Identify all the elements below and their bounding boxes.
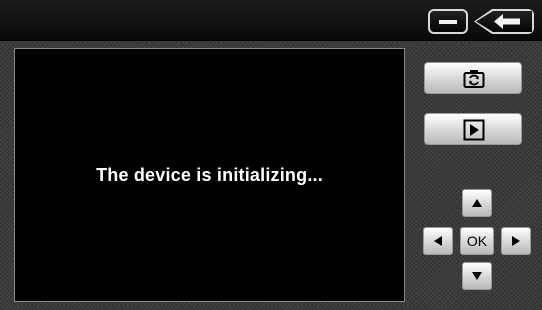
minimize-icon [439, 20, 457, 24]
app-window: The device is initializing... OK [0, 0, 542, 310]
arrow-left-icon [434, 236, 442, 246]
dpad-down-button[interactable] [462, 262, 492, 290]
dpad-up-button[interactable] [462, 189, 492, 217]
dpad-left-button[interactable] [423, 227, 453, 255]
ok-label: OK [466, 233, 488, 249]
dpad-right-button[interactable] [501, 227, 531, 255]
dpad-ok-button[interactable]: OK [460, 227, 494, 255]
back-arrow-icon [494, 14, 520, 29]
arrow-right-icon [512, 236, 520, 246]
play-icon [463, 119, 485, 141]
camera-switch-icon [463, 70, 485, 88]
title-bar [0, 0, 542, 41]
status-message: The device is initializing... [96, 165, 323, 185]
back-button[interactable] [474, 9, 534, 34]
video-screen: The device is initializing... [14, 48, 405, 302]
arrow-down-icon [472, 272, 482, 280]
minimize-button[interactable] [428, 9, 468, 34]
arrow-up-icon [472, 199, 482, 207]
camera-switch-button[interactable] [424, 62, 522, 94]
play-button[interactable] [424, 113, 522, 145]
